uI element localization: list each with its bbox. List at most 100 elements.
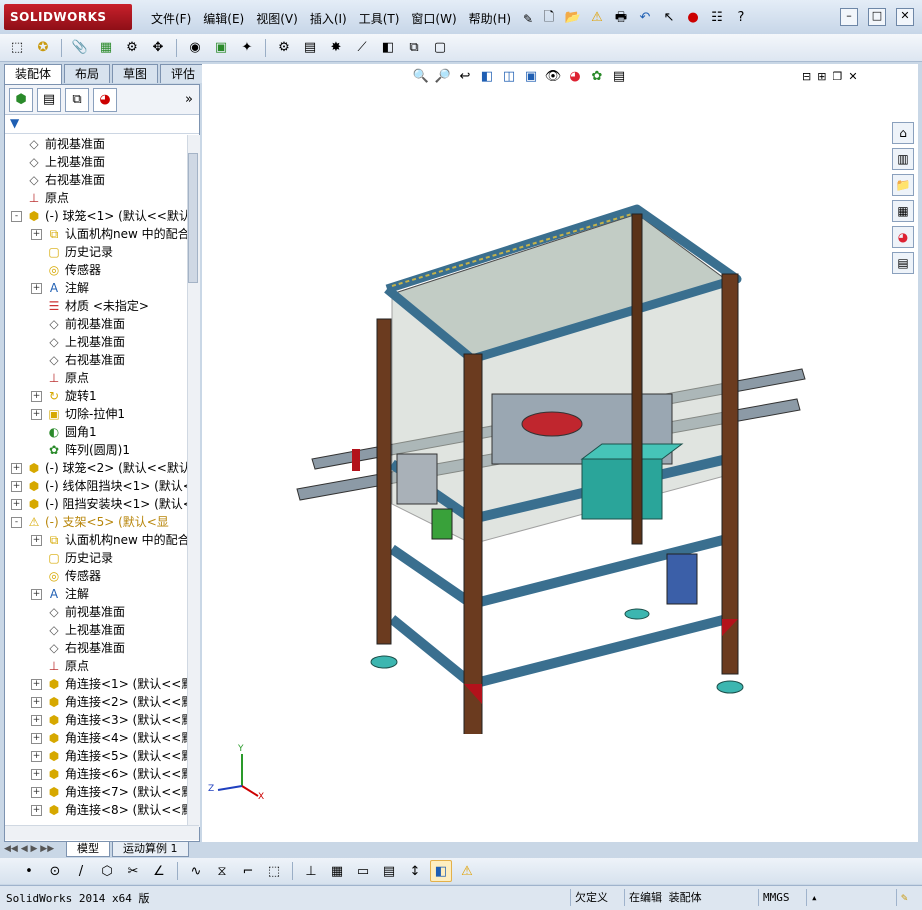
status-units[interactable]: MMGS [758, 889, 794, 906]
expand-toggle[interactable]: + [31, 228, 42, 240]
options-icon[interactable]: ☷ [708, 9, 726, 27]
circle-icon[interactable]: ⊙ [44, 860, 66, 882]
expand-panel-icon[interactable]: » [185, 92, 193, 107]
solidworks-resources-icon[interactable]: ⌂ [892, 122, 914, 144]
apply-scene-icon[interactable]: ✿ [588, 68, 606, 86]
table-icon[interactable]: ▤ [378, 860, 400, 882]
assembly-model[interactable] [282, 174, 822, 734]
angle-icon[interactable]: ∠ [148, 860, 170, 882]
tab-motion-study-1[interactable]: 运动算例 1 [112, 841, 189, 857]
tree-node[interactable]: + ▣ 切除-拉伸1 [31, 405, 125, 423]
status-dropdown-icon[interactable]: ▴ [806, 889, 822, 906]
line-icon[interactable]: / [70, 860, 92, 882]
mate-icon[interactable]: 📎 [69, 37, 91, 59]
select-arrow-icon[interactable]: ↖ [660, 9, 678, 27]
appearances-scenes-icon[interactable]: ◕ [892, 226, 914, 248]
rebuild-warning-icon[interactable]: ⚠ [456, 860, 478, 882]
hide-show-items-icon[interactable]: 👁 [544, 68, 562, 86]
tree-node[interactable]: ◇ 右视基准面 [31, 351, 125, 369]
help-icon[interactable]: ? [732, 9, 750, 27]
view-close-icon[interactable]: ✕ [848, 70, 857, 83]
restore-button[interactable]: □ [868, 8, 886, 26]
move-component-icon[interactable]: ✥ [147, 37, 169, 59]
explode-line-icon[interactable]: ⟋ [351, 37, 373, 59]
tree-node[interactable]: + ⧉ 认面机构new 中的配合 [31, 225, 187, 243]
file-explorer-icon[interactable]: 📁 [892, 174, 914, 196]
print-icon[interactable]: 🖶 [612, 9, 630, 27]
tree-node[interactable]: + ⬢ 角连接<1> (默认<<默认 [31, 675, 187, 693]
tree-node[interactable]: ◇ 前视基准面 [31, 315, 125, 333]
tree-node[interactable]: ◇ 上视基准面 [11, 153, 105, 171]
expand-toggle[interactable]: + [31, 408, 42, 420]
tree-node[interactable]: + ⬢ (-) 线体阻挡块<1> (默认< [11, 477, 187, 495]
update-speedpak-icon[interactable]: ⧉ [403, 37, 425, 59]
tree-node[interactable]: ⊥ 原点 [11, 189, 69, 207]
collapse-toggle[interactable]: - [11, 210, 22, 222]
menu-insert[interactable]: 插入(I) [304, 10, 353, 28]
view-orientation-icon[interactable]: ◫ [500, 68, 518, 86]
reference-geometry-icon[interactable]: ✦ [236, 37, 258, 59]
instant3d-icon[interactable]: ◧ [377, 37, 399, 59]
viewport-icon[interactable]: ⊞ [817, 70, 826, 83]
tree-node[interactable]: ☰ 材质 <未指定> [31, 297, 149, 315]
expand-toggle[interactable]: + [11, 498, 22, 510]
bill-of-materials-icon[interactable]: ▤ [299, 37, 321, 59]
design-library-icon[interactable]: ▥ [892, 148, 914, 170]
tree-node[interactable]: + ⬢ 角连接<5> (默认<<默认 [31, 747, 187, 765]
property-manager-icon[interactable]: ▤ [37, 87, 61, 112]
tree-node[interactable]: + ↻ 旋转1 [31, 387, 97, 405]
tree-node[interactable]: ◇ 上视基准面 [31, 333, 125, 351]
display-manager-icon[interactable]: ◕ [93, 87, 117, 112]
new-document-icon[interactable]: 🗋 [540, 9, 558, 27]
expand-toggle[interactable]: + [31, 678, 42, 690]
tree-node[interactable]: ◇ 前视基准面 [31, 603, 125, 621]
custom-properties-icon[interactable]: ▤ [892, 252, 914, 274]
tree-node[interactable]: ▢ 历史记录 [31, 243, 113, 261]
expand-toggle[interactable]: + [31, 768, 42, 780]
undo-icon[interactable]: ↶ [636, 9, 654, 27]
expand-toggle[interactable]: + [31, 282, 42, 294]
tree-node[interactable]: ◇ 右视基准面 [31, 639, 125, 657]
section-view-icon[interactable]: ◧ [478, 68, 496, 86]
traffic-light-icon[interactable]: ● [684, 9, 702, 27]
status-rebuild-icon[interactable]: ✎ [896, 889, 912, 906]
graphics-area[interactable]: 🔍 🔎 ↩ ◧ ◫ ▣ 👁 ◕ ✿ ▤ ⊟ ⊞ ❐ ✕ ⌂ ▥ 📁 ▦ ◕ ▤ [202, 64, 918, 842]
tree-node[interactable]: ◎ 传感器 [31, 261, 101, 279]
tab-model[interactable]: 模型 [66, 841, 110, 857]
dimension-icon[interactable]: ⊥ [300, 860, 322, 882]
configuration-manager-icon[interactable]: ⧉ [65, 87, 89, 112]
expand-toggle[interactable]: + [31, 588, 42, 600]
minimize-button[interactable]: – [840, 8, 858, 26]
new-motion-study-icon[interactable]: ⚙ [273, 37, 295, 59]
tree-node[interactable]: ◇ 前视基准面 [11, 135, 105, 153]
tab-assembly[interactable]: 装配体 [4, 64, 63, 85]
tree-node[interactable]: + ⬢ 角连接<8> (默认<<默认 [31, 801, 187, 819]
solidworks-logo[interactable]: SOLIDWORKS [4, 4, 132, 30]
tree-node[interactable]: + ⬢ 角连接<4> (默认<<默认 [31, 729, 187, 747]
tree-node[interactable]: ✿ 阵列(圆周)1 [31, 441, 130, 459]
pin-icon[interactable]: ✎ [517, 10, 539, 28]
spline-icon[interactable]: ∿ [185, 860, 207, 882]
move-icon[interactable]: ↕ [404, 860, 426, 882]
mirror-icon[interactable]: ⧖ [211, 860, 233, 882]
expand-toggle[interactable]: + [31, 732, 42, 744]
expand-toggle[interactable]: + [31, 804, 42, 816]
corner-icon[interactable]: ⌐ [237, 860, 259, 882]
menu-edit[interactable]: 编辑(E) [197, 10, 250, 28]
tab-evaluate[interactable]: 评估 [160, 64, 207, 83]
tree-node[interactable]: ⊥ 原点 [31, 657, 89, 675]
tree-node[interactable]: + ⬢ 角连接<3> (默认<<默认 [31, 711, 187, 729]
menu-file[interactable]: 文件(F) [145, 10, 197, 28]
expand-toggle[interactable]: + [11, 462, 22, 474]
tree-node[interactable]: + ⬢ 角连接<2> (默认<<默认 [31, 693, 187, 711]
expand-toggle[interactable]: + [31, 750, 42, 762]
expand-toggle[interactable]: + [31, 390, 42, 402]
new-part-icon[interactable]: ✪ [32, 37, 54, 59]
tree-node[interactable]: + ⬢ (-) 阻挡安装块<1> (默认< [11, 495, 187, 513]
tree-node[interactable]: ◇ 右视基准面 [11, 171, 105, 189]
tree-node[interactable]: + ⬢ (-) 球笼<2> (默认<<默认: [11, 459, 187, 477]
open-folder-icon[interactable]: 📂 [564, 9, 582, 27]
view-restore-icon[interactable]: ❐ [832, 70, 842, 83]
tree-node[interactable]: ◎ 传感器 [31, 567, 101, 585]
expand-toggle[interactable]: + [11, 480, 22, 492]
